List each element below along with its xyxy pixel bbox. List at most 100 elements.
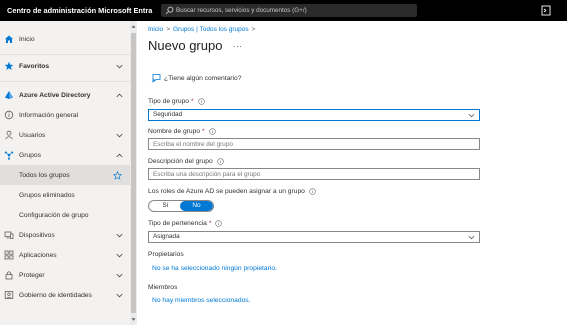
main-content: Inicio > Grupos | Todos los grupos > Nuevo … <box>137 21 567 325</box>
sidebar-divider <box>0 54 130 55</box>
chevron-down-icon[interactable] <box>115 251 124 260</box>
chevron-down-icon[interactable] <box>115 271 124 280</box>
membership-value: Asignada <box>153 233 180 240</box>
group-name-label-text: Nombre de grupo <box>148 128 201 135</box>
chevron-down-icon[interactable] <box>115 131 124 140</box>
info-icon[interactable] <box>309 188 316 195</box>
sidebar-item-home[interactable]: Inicio <box>0 29 130 49</box>
membership-label-text: Tipo de pertenencia <box>148 220 207 227</box>
group-name-input[interactable] <box>148 138 480 150</box>
apps-icon <box>4 250 14 260</box>
sidebar-item-azure-ad[interactable]: Azure Active Directory <box>0 85 130 105</box>
membership-dropdown[interactable]: Asignada <box>148 231 480 243</box>
top-bar: Centro de administración Microsoft Entra <box>0 0 567 21</box>
description-label-text: Descripción del grupo <box>148 158 213 165</box>
sidebar-item-overview[interactable]: Información general <box>0 105 130 125</box>
owners-label: Propietarios <box>148 251 184 258</box>
search-input[interactable] <box>176 4 414 17</box>
user-icon <box>5 130 13 140</box>
sidebar-item-identity-governance[interactable]: Gobierno de identidades <box>0 285 130 305</box>
breadcrumb: Inicio > Grupos | Todos los grupos > <box>148 26 258 33</box>
group-type-label: Tipo de grupo * <box>148 98 205 105</box>
lock-icon <box>5 271 13 280</box>
required-mark: * <box>202 128 205 135</box>
group-type-value: Seguridad <box>153 111 183 118</box>
devices-icon <box>4 231 14 239</box>
group-type-dropdown[interactable]: Seguridad <box>148 109 480 121</box>
cloud-shell-icon[interactable] <box>541 5 551 16</box>
sidebar-item-label: Configuración de grupo <box>19 211 89 219</box>
breadcrumb-groups-link[interactable]: Grupos | Todos los grupos <box>173 26 249 33</box>
required-mark: * <box>208 220 212 227</box>
description-input[interactable] <box>148 168 480 180</box>
sidebar-item-label: Dispositivos <box>19 231 55 239</box>
sidebar-item-all-groups[interactable]: Todos los grupos <box>0 165 130 185</box>
info-icon[interactable] <box>209 128 216 135</box>
sidebar-item-label: Gobierno de identidades <box>19 291 92 299</box>
sidebar-item-devices[interactable]: Dispositivos <box>0 225 130 245</box>
sidebar-item-label: Favoritos <box>19 62 50 70</box>
scrollbar-thumb[interactable] <box>131 33 136 313</box>
scroll-down-icon[interactable] <box>131 317 136 322</box>
breadcrumb-separator: > <box>251 26 256 33</box>
chevron-up-icon[interactable] <box>115 151 124 160</box>
sidebar: Inicio Favoritos Azure Active Directory … <box>0 21 130 325</box>
sidebar-item-favorites[interactable]: Favoritos <box>0 56 130 76</box>
azure-ad-icon <box>5 91 13 99</box>
sidebar-item-label: Usuarios <box>19 131 46 139</box>
toggle-option-yes[interactable]: Sí <box>149 201 182 211</box>
sidebar-item-label: Azure Active Directory <box>19 91 91 99</box>
required-mark: * <box>191 98 194 105</box>
breadcrumb-separator: > <box>166 26 170 33</box>
sidebar-scrollbar[interactable] <box>130 21 137 325</box>
description-label: Descripción del grupo <box>148 158 224 165</box>
app-title[interactable]: Centro de administración Microsoft Entra <box>7 0 152 21</box>
members-label: Miembros <box>148 284 178 291</box>
info-icon[interactable] <box>197 98 205 105</box>
chevron-up-icon[interactable] <box>115 91 124 100</box>
sidebar-item-groups[interactable]: Grupos <box>0 145 130 165</box>
roles-toggle[interactable]: Sí No <box>148 200 214 212</box>
sidebar-item-label: Todos los grupos <box>19 171 70 179</box>
sidebar-item-deleted-groups[interactable]: Grupos eliminados <box>0 185 130 205</box>
sidebar-item-label: Aplicaciones <box>19 251 57 259</box>
chevron-down-icon[interactable] <box>115 62 124 71</box>
home-icon <box>5 35 13 43</box>
sidebar-item-label: Información general <box>19 111 79 119</box>
sidebar-item-label: Grupos eliminados <box>19 191 75 199</box>
star-icon <box>4 61 14 70</box>
search-box[interactable] <box>161 4 417 17</box>
feedback-icon <box>151 74 161 83</box>
sidebar-item-users[interactable]: Usuarios <box>0 125 130 145</box>
chevron-down-icon <box>468 113 475 118</box>
info-icon[interactable] <box>217 158 224 165</box>
chevron-down-icon <box>468 235 475 240</box>
membership-label: Tipo de pertenencia * <box>148 220 223 227</box>
governance-icon <box>4 291 14 299</box>
sidebar-item-protect[interactable]: Proteger <box>0 265 130 285</box>
sidebar-divider <box>0 81 130 82</box>
breadcrumb-home-link[interactable]: Inicio <box>148 26 163 33</box>
members-link[interactable]: No hay miembros seleccionados. <box>152 297 251 304</box>
more-options-button[interactable]: ... <box>233 40 243 49</box>
roles-label-text: Los roles de Azure AD se pueden asignar … <box>148 188 305 195</box>
scroll-up-icon[interactable] <box>131 24 136 29</box>
star-outline-icon[interactable] <box>113 170 122 180</box>
sidebar-item-applications[interactable]: Aplicaciones <box>0 245 130 265</box>
sidebar-item-label: Grupos <box>19 151 41 159</box>
page-title: Nuevo grupo <box>148 38 223 53</box>
groups-icon <box>4 151 14 160</box>
info-icon[interactable] <box>215 220 223 227</box>
feedback-link[interactable]: ¿Tiene algún comentario? <box>151 73 241 83</box>
sidebar-item-label: Inicio <box>19 35 35 43</box>
chevron-down-icon[interactable] <box>115 291 124 300</box>
toggle-option-no[interactable]: No <box>180 201 213 211</box>
feedback-text: ¿Tiene algún comentario? <box>164 74 242 82</box>
chevron-down-icon[interactable] <box>115 231 124 240</box>
roles-label: Los roles de Azure AD se pueden asignar … <box>148 188 316 195</box>
owners-link[interactable]: No se ha seleccionado ningún propietario… <box>152 265 277 272</box>
sidebar-item-group-settings[interactable]: Configuración de grupo <box>0 205 130 225</box>
group-name-label: Nombre de grupo * <box>148 128 216 135</box>
sidebar-item-label: Proteger <box>19 271 45 279</box>
info-icon <box>4 110 14 120</box>
